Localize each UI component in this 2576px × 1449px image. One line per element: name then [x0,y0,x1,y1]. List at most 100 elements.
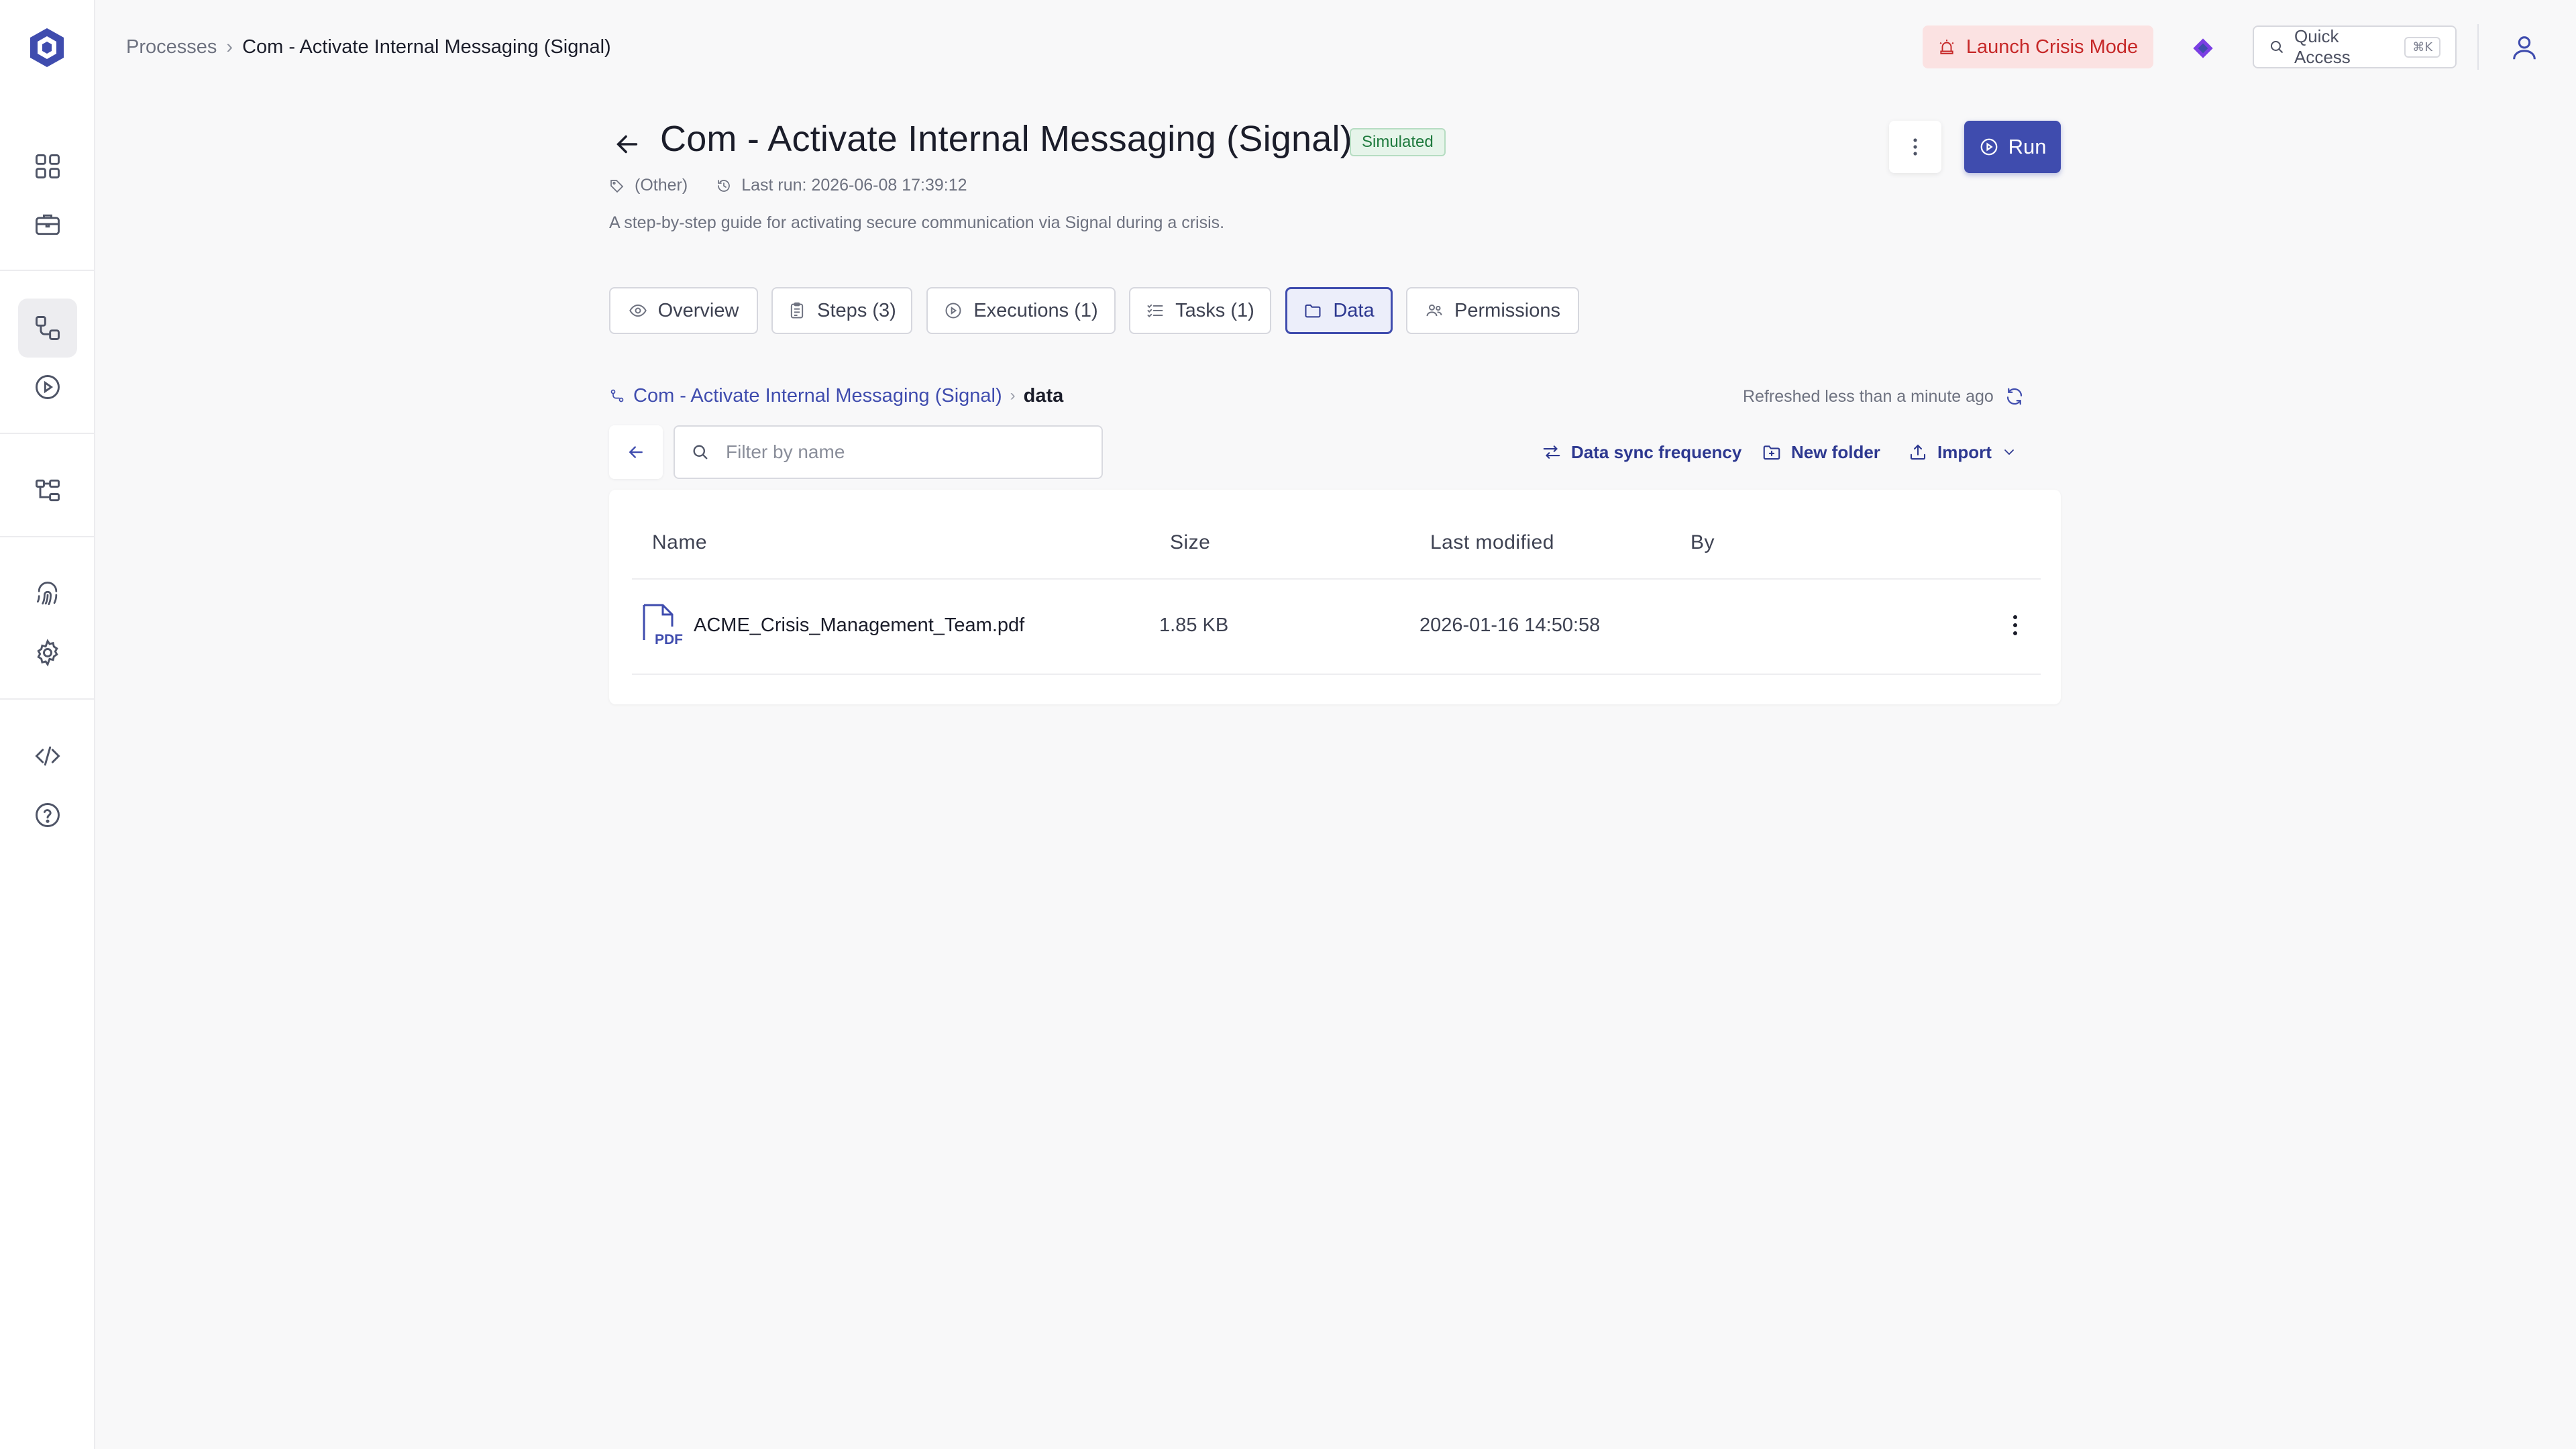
page-title: Com - Activate Internal Messaging (Signa… [660,119,1352,159]
search-icon [2269,39,2285,55]
ai-assistant-icon[interactable] [2188,34,2218,63]
run-label: Run [2008,135,2047,158]
refresh-icon[interactable] [2004,386,2025,407]
sidebar-divider [0,433,94,434]
help-icon[interactable] [18,786,77,845]
tab-tasks[interactable]: Tasks (1) [1129,287,1271,334]
pdf-type-label: PDF [655,632,683,647]
new-folder-label: New folder [1791,441,1880,462]
refreshed-text: Refreshed less than a minute ago [1743,386,1994,406]
last-run-text: Last run: 2026-06-08 17:39:12 [741,176,967,195]
last-run-meta: Last run: 2026-06-08 17:39:12 [716,176,967,195]
file-name[interactable]: ACME_Crisis_Management_Team.pdf [694,614,1024,637]
data-breadcrumb-current: data [1023,384,1064,407]
row-divider [632,674,2041,675]
clipboard-icon [788,301,806,320]
back-arrow-icon[interactable] [612,129,643,160]
column-header-name[interactable]: Name [652,531,707,554]
category-tag: (Other) [635,176,688,195]
more-options-button[interactable] [1889,121,1941,173]
sidebar-divider [0,698,94,700]
hierarchy-icon[interactable] [18,461,77,520]
process-description: A step-by-step guide for activating secu… [609,213,1225,232]
play-circle-icon [1979,137,1999,157]
data-breadcrumb: Com - Activate Internal Messaging (Signa… [609,384,1063,408]
import-label: Import [1937,441,1992,462]
tab-permissions[interactable]: Permissions [1406,287,1579,334]
settings-gear-icon[interactable] [18,623,77,682]
refresh-status: Refreshed less than a minute ago [1743,385,2025,408]
new-folder-button[interactable]: New folder [1762,439,1880,466]
run-button[interactable]: Run [1964,121,2061,173]
process-meta: (Other) Last run: 2026-06-08 17:39:12 [609,176,967,195]
file-name-cell: PDF ACME_Crisis_Management_Team.pdf [641,578,1024,672]
sidebar-divider [0,270,94,271]
table-row[interactable]: PDF ACME_Crisis_Management_Team.pdf 1.85… [632,578,2041,672]
dashboard-grid-icon[interactable] [18,137,77,196]
crisis-label: Launch Crisis Mode [1966,36,2139,58]
filter-field[interactable] [674,425,1103,479]
code-icon[interactable] [18,727,77,786]
data-breadcrumb-root-link[interactable]: Com - Activate Internal Messaging (Signa… [633,385,1002,407]
app-logo-icon[interactable] [25,25,69,70]
tab-label: Overview [657,299,739,321]
keyboard-shortcut: ⌘K [2404,36,2440,58]
folder-icon [1303,301,1322,320]
search-icon [691,443,710,462]
category-meta: (Other) [609,176,688,195]
tab-label: Permissions [1454,299,1560,321]
column-header-size[interactable]: Size [1170,531,1210,554]
tab-label: Executions (1) [973,299,1098,321]
sync-arrows-icon [1542,442,1562,462]
quick-access-button[interactable]: Quick Access ⌘K [2253,25,2457,68]
sidebar [0,0,95,1449]
folder-back-button[interactable] [609,425,663,479]
filter-by-name-input[interactable] [726,441,1085,463]
column-header-last-modified[interactable]: Last modified [1430,531,1554,554]
tab-label: Tasks (1) [1175,299,1254,321]
alarm-icon [1938,38,1955,56]
breadcrumb-current: Com - Activate Internal Messaging (Signa… [242,36,611,58]
tab-overview[interactable]: Overview [609,287,758,334]
tag-icon [609,178,625,194]
eye-icon [629,301,647,320]
file-size: 1.85 KB [1159,614,1229,636]
upload-icon [1908,442,1928,462]
user-profile-icon[interactable] [2509,32,2540,63]
quick-access-label: Quick Access [2294,26,2351,67]
files-table: Name Size Last modified By PDF ACME_Cris… [609,490,2061,704]
chevron-right-icon: › [226,36,233,58]
folder-plus-icon [1762,442,1782,462]
arrow-left-icon [626,442,646,462]
row-kebab-menu-icon[interactable] [1996,606,2034,644]
process-icon [609,388,625,404]
import-dropdown-button[interactable]: Import [1908,439,2017,466]
data-sync-frequency-button[interactable]: Data sync frequency [1542,439,1741,466]
sidebar-divider [0,536,94,537]
breadcrumb-processes-link[interactable]: Processes [126,36,217,58]
status-badge: Simulated [1350,128,1446,156]
play-circle-icon [944,301,963,320]
chevron-right-icon: › [1010,386,1016,405]
checklist-icon [1146,301,1165,320]
breadcrumb: Processes › Com - Activate Internal Mess… [126,34,611,60]
column-header-by[interactable]: By [1690,531,1715,554]
users-icon [1425,301,1444,320]
file-modified: 2026-01-16 14:50:58 [1419,614,1601,636]
data-sync-label: Data sync frequency [1571,441,1742,462]
chevron-down-icon [2001,444,2017,460]
pdf-file-icon: PDF [641,602,683,648]
processes-icon[interactable] [18,299,77,358]
history-icon [716,178,732,194]
play-circle-icon[interactable] [18,358,77,417]
briefcase-icon[interactable] [18,195,77,254]
tab-label: Data [1333,299,1375,321]
kebab-menu-icon [1913,137,1918,157]
tab-label: Steps (3) [817,299,896,321]
tab-executions[interactable]: Executions (1) [926,287,1116,334]
tab-data[interactable]: Data [1285,287,1393,334]
topbar-divider [2477,24,2479,70]
tab-steps[interactable]: Steps (3) [771,287,912,334]
fingerprint-icon[interactable] [18,564,77,623]
launch-crisis-mode-button[interactable]: Launch Crisis Mode [1923,25,2153,68]
